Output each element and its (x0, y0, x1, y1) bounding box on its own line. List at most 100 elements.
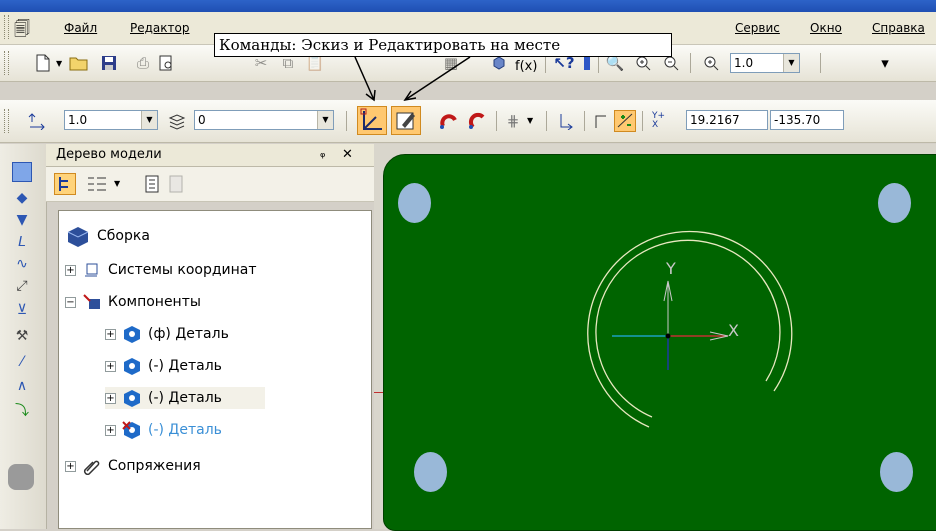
menu-service[interactable]: Сервис (735, 21, 780, 35)
menu-window[interactable]: Окно (810, 21, 842, 35)
model-tree-toolbar: ▼ (46, 167, 374, 202)
expand-plus-icon[interactable]: + (65, 264, 76, 276)
hammer-icon[interactable]: ⚒ (12, 326, 32, 346)
tree-view-structure-icon[interactable] (54, 173, 76, 195)
step-value: 1.0 (68, 113, 88, 127)
tree-item-label: Компоненты (108, 294, 201, 310)
angle-icon[interactable]: ∧ (12, 376, 32, 396)
tree-item-label: (-) Деталь (148, 422, 222, 438)
part-icon (122, 357, 142, 375)
cursor-step-icon[interactable] (26, 110, 48, 132)
model-tree-header: Дерево модели ᵩ ✕ (46, 144, 374, 167)
tree-document-icon[interactable] (144, 175, 160, 196)
bracket-icon[interactable]: 𝘓 (12, 232, 32, 252)
layer-value: 0 (198, 113, 206, 127)
dimension-icon[interactable]: ⊻ (12, 300, 32, 320)
expand-plus-icon[interactable]: + (105, 424, 116, 436)
tree-item-part[interactable]: + (-) Деталь (105, 355, 222, 377)
annotation-callout: Команды: Эскиз и Редактировать на месте (214, 33, 672, 57)
tree-view-list-icon[interactable] (86, 175, 108, 196)
toolbar-grip[interactable] (4, 109, 9, 133)
tree-item-part[interactable]: + (ф) Деталь (105, 323, 229, 345)
tree-item-label: (-) Деталь (148, 358, 222, 374)
constraint-icon[interactable]: ⤵ (12, 400, 32, 420)
expand-plus-icon[interactable]: + (105, 392, 116, 404)
menu-grip[interactable] (4, 15, 9, 39)
tree-item-label: Сопряжения (108, 458, 201, 474)
coord-x-field[interactable]: 19.2167 (686, 110, 768, 130)
snaps-toggle-button[interactable] (614, 110, 636, 132)
menu-file[interactable]: Файл (64, 21, 97, 35)
tree-item-label: Системы координат (108, 262, 257, 278)
tree-item-components[interactable]: − Компоненты (65, 291, 201, 313)
diamond-icon[interactable]: ◆ (12, 188, 32, 208)
coordinate-system-icon (82, 261, 102, 279)
funnel-icon[interactable]: ▼ (12, 210, 32, 230)
sketch-button[interactable] (357, 106, 387, 135)
axis-y-label: Y (666, 259, 676, 278)
function-button[interactable]: f(x) (515, 59, 537, 74)
assembly-tools-icon[interactable] (12, 162, 32, 182)
tree-item-label: (-) Деталь (148, 390, 222, 406)
expand-plus-icon[interactable]: + (105, 328, 116, 340)
part-icon (122, 389, 142, 407)
expand-plus-icon[interactable]: + (65, 460, 76, 472)
menu-editor[interactable]: Редактор (130, 21, 189, 35)
open-folder-icon[interactable] (68, 52, 90, 74)
compact-vertical-toolbar: ◆ ▼ 𝘓 ∿ ⤢ ⊻ ⚒ ⁄ ∧ ⤵ (0, 144, 47, 529)
tree-view-chevron-down-icon[interactable]: ▼ (114, 179, 120, 188)
new-dropdown-chevron-icon[interactable]: ▼ (56, 59, 62, 68)
new-document-icon[interactable] (32, 52, 54, 74)
magnet-blue-icon[interactable] (466, 110, 488, 132)
tree-item-part-edited[interactable]: + (-) Деталь (105, 419, 222, 441)
toolbar-grip[interactable] (4, 51, 9, 75)
current-state-toolbar: 1.0 ▼ 0 ▼ ⋕ ▼ Y+ X 19.2167 -135.70 (0, 100, 936, 143)
ortho-mode-icon[interactable] (590, 110, 612, 132)
disabled-tool-icon[interactable] (8, 464, 34, 490)
tree-root-assembly[interactable]: Сборка (65, 225, 150, 247)
tree-item-part[interactable]: + (-) Деталь (105, 387, 265, 409)
layer-dropdown-chevron-icon[interactable]: ▼ (317, 111, 333, 129)
expand-plus-icon[interactable]: + (105, 360, 116, 372)
zoom-value: 1.0 (734, 56, 754, 70)
model-tree-title: Дерево модели (56, 147, 162, 162)
components-icon (82, 293, 102, 311)
print-preview-icon[interactable] (155, 52, 177, 74)
step-combo[interactable]: 1.0 ▼ (64, 110, 158, 130)
print-icon[interactable]: ⎙ (132, 52, 154, 74)
tree-disabled-icon[interactable] (168, 175, 184, 196)
pin-icon[interactable]: ᵩ (320, 146, 325, 161)
edit-in-place-button[interactable] (391, 106, 421, 135)
part-plate[interactable]: Y X (383, 154, 936, 531)
zoom-dropdown-chevron-icon[interactable]: ▼ (783, 54, 799, 72)
coord-y-field[interactable]: -135.70 (770, 110, 844, 130)
save-disk-icon[interactable] (98, 52, 120, 74)
menu-help[interactable]: Справка (872, 21, 925, 35)
sketch-geometry (587, 230, 793, 428)
layer-combo[interactable]: 0 ▼ (194, 110, 334, 130)
assembly-icon (65, 224, 91, 248)
toolbar-chevron-down-icon[interactable]: ▾ (878, 52, 892, 74)
zoom-scale-icon[interactable] (700, 52, 722, 74)
magnet-red-icon[interactable] (438, 110, 460, 132)
spatial-curve-icon[interactable]: ⤢ (12, 276, 32, 296)
measure-icon[interactable]: ∿ (12, 254, 32, 274)
local-cs-icon[interactable] (554, 110, 576, 132)
grid-dropdown-chevron-icon[interactable]: ▼ (527, 116, 533, 125)
axis-x-label: X (728, 321, 739, 340)
part-icon (122, 325, 142, 343)
collapse-minus-icon[interactable]: − (65, 296, 76, 308)
step-dropdown-chevron-icon[interactable]: ▼ (141, 111, 157, 129)
line-tools-icon[interactable]: ⁄ (12, 352, 32, 372)
close-icon[interactable]: ✕ (342, 147, 353, 162)
paperclip-icon (82, 457, 102, 475)
layers-icon[interactable] (166, 110, 188, 132)
grid-icon[interactable]: ⋕ (502, 110, 524, 132)
tree-item-mates[interactable]: + Сопряжения (65, 455, 201, 477)
zoom-combo[interactable]: 1.0 ▼ (730, 53, 800, 73)
tree-item-coordinate-systems[interactable]: + Системы координат (65, 259, 257, 281)
model-tree: Сборка + Системы координат − Компоненты … (58, 210, 372, 529)
app-document-icon[interactable]: 🗐 (14, 18, 30, 45)
window-title-bar (0, 0, 936, 12)
coordinates-icon: Y+ X (652, 111, 666, 130)
